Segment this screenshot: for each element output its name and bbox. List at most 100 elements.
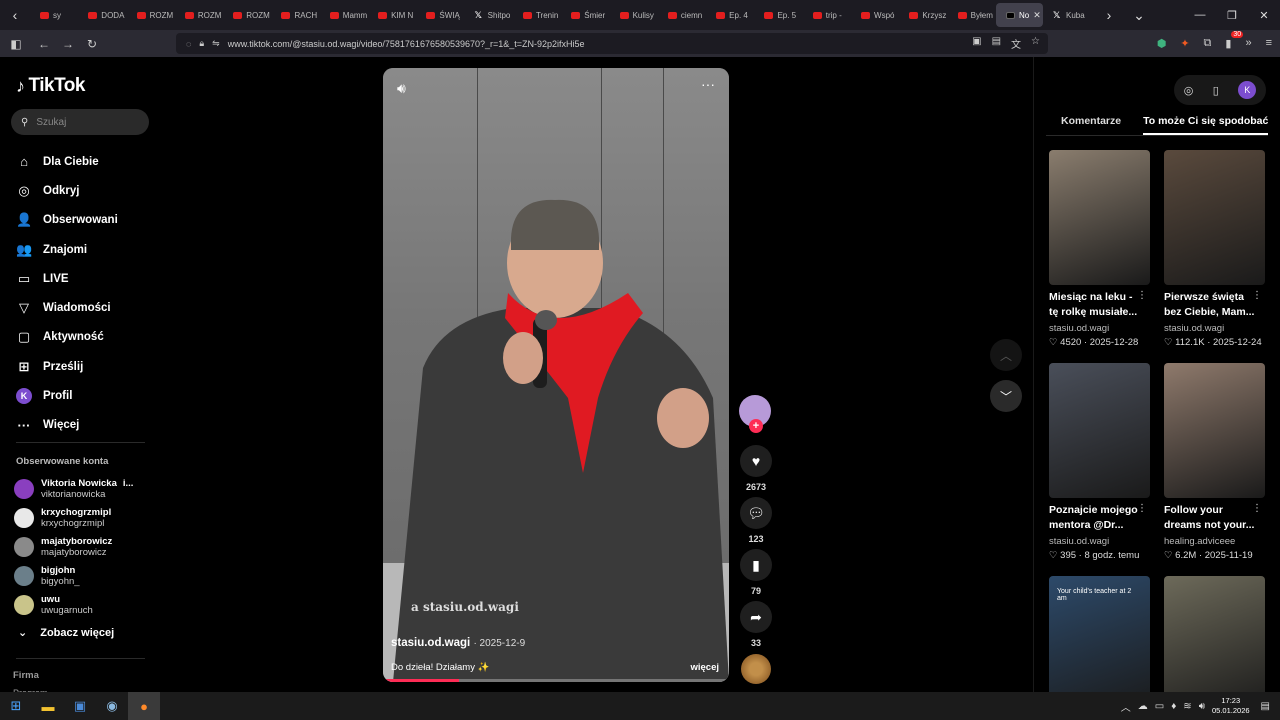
video-thumbnail[interactable] xyxy=(1049,363,1150,498)
tab-comments[interactable]: Komentarze xyxy=(1061,115,1121,135)
lock-icon[interactable]: 🔒︎ xyxy=(199,38,204,49)
reader-icon[interactable]: ▤ xyxy=(992,36,1001,51)
video-thumbnail[interactable] xyxy=(1164,576,1265,711)
nav-item-compass[interactable]: ◎ Odkryj xyxy=(16,176,146,205)
clock[interactable]: 17:23 05.01.2026 xyxy=(1212,696,1250,716)
permissions-icon[interactable]: ⇋ xyxy=(212,38,220,49)
see-more-button[interactable]: ⌄ Zobacz więcej xyxy=(18,626,114,640)
video-thumbnail[interactable] xyxy=(1164,363,1265,498)
nav-item-messages[interactable]: ▽ Wiadomości xyxy=(16,293,146,322)
nav-item-following[interactable]: 👤 Obserwowani xyxy=(16,206,146,235)
volume-tray-icon[interactable]: 🔊︎ xyxy=(1199,701,1205,712)
followed-account[interactable]: uwu uwugarnuch xyxy=(14,590,154,619)
card-author[interactable]: stasiu.od.wagi xyxy=(1049,536,1151,547)
nav-item-activity[interactable]: ▢ Aktywność xyxy=(16,323,146,352)
browser-tab[interactable]: 𝕏 Shitpo xyxy=(465,0,513,30)
video-thumbnail[interactable] xyxy=(1164,150,1265,285)
mic-icon[interactable]: ♦ xyxy=(1171,701,1176,712)
next-video-button[interactable]: ﹀ xyxy=(990,380,1022,412)
firefox-icon[interactable]: ● xyxy=(128,692,160,720)
comment-button[interactable]: 💬︎ 123 xyxy=(740,497,772,544)
recommended-video-card[interactable]: Poznajcie mojego mentora @Dr... ⋮ stasiu.o… xyxy=(1049,363,1151,561)
video-player[interactable]: 🔊︎ ··· a stasiu.od.wagi stasiu.od.wagi ·… xyxy=(383,68,729,682)
active-tab[interactable]: No ✕ xyxy=(996,3,1043,27)
url-field[interactable]: ◌ 🔒︎ ⇋ www.tiktok.com/@stasiu.od.wagi/vi… xyxy=(176,33,1048,54)
volume-icon[interactable]: 🔊︎ xyxy=(397,80,406,97)
recommended-video-card[interactable]: Your child's teacher at 2 am xyxy=(1049,576,1151,711)
card-title[interactable]: Pierwsze święta bez Ciebie, Mam... xyxy=(1164,290,1258,320)
network-icon[interactable]: ☁ xyxy=(1138,701,1148,712)
phone-icon[interactable]: ▯ xyxy=(1213,84,1219,97)
tab-scroll-right-icon[interactable]: › xyxy=(1094,0,1124,30)
video-progress-bar[interactable] xyxy=(383,679,729,682)
followed-account[interactable]: krxychogrzmipl krxychogrzmipl xyxy=(14,503,154,532)
tiktok-logo[interactable]: ♪ TikTok xyxy=(16,75,85,97)
card-title[interactable]: Miesiąc na leku - tę rolkę musiałe... xyxy=(1049,290,1143,320)
recommended-video-card[interactable]: Pierwsze święta bez Ciebie, Mam... ⋮ stasi… xyxy=(1164,150,1266,348)
music-disc-icon[interactable] xyxy=(741,654,771,684)
nav-item-friends[interactable]: 👥 Znajomi xyxy=(16,235,146,264)
wifi-icon[interactable]: ≋ xyxy=(1183,701,1191,712)
browser-tab[interactable]: DODA xyxy=(78,0,126,30)
translate-icon[interactable]: 文 xyxy=(1011,36,1021,51)
bookmark-star-icon[interactable]: ☆ xyxy=(1031,36,1040,51)
browser-tab[interactable]: ROZM xyxy=(223,0,271,30)
card-author[interactable]: stasiu.od.wagi xyxy=(1164,323,1266,334)
close-window-icon[interactable]: ✕ xyxy=(1248,9,1280,22)
card-more-icon[interactable]: ⋮ xyxy=(1252,503,1262,514)
tab-close-icon[interactable]: ✕ xyxy=(1033,10,1041,21)
browser-tab[interactable]: Mamm xyxy=(320,0,368,30)
recommended-video-card[interactable]: Miesiąc na leku - tę rolkę musiałe... ⋮ st… xyxy=(1049,150,1151,348)
card-author[interactable]: stasiu.od.wagi xyxy=(1049,323,1151,334)
tab-last[interactable]: 𝕏 Kuba xyxy=(1043,0,1094,30)
browser-tab[interactable]: ROZM xyxy=(127,0,175,30)
card-more-icon[interactable]: ⋮ xyxy=(1252,290,1262,301)
previous-video-button[interactable]: ︿ xyxy=(990,339,1022,371)
browser-tab[interactable]: Trenin xyxy=(513,0,561,30)
browser-tab[interactable]: trip - xyxy=(803,0,851,30)
tab-recommended[interactable]: To może Ci się spodobać xyxy=(1143,115,1269,135)
windows-start-icon[interactable]: ⊞ xyxy=(0,692,32,720)
search-input[interactable]: ⚲ Szukaj xyxy=(11,109,149,135)
browser-tab[interactable]: ROZM xyxy=(175,0,223,30)
forward-icon[interactable]: → xyxy=(56,37,80,51)
url-text[interactable]: www.tiktok.com/@stasiu.od.wagi/video/758… xyxy=(228,39,585,49)
nav-item-more[interactable]: ··· Więcej xyxy=(16,411,146,440)
followed-account[interactable]: majatyborowicz majatyborowicz xyxy=(14,532,154,561)
footer-company-link[interactable]: Firma xyxy=(13,670,39,681)
browser-tab[interactable]: Ep. 5 xyxy=(754,0,802,30)
browser-tab[interactable]: Byłem xyxy=(948,0,996,30)
battery-icon[interactable]: ▭ xyxy=(1155,701,1164,712)
browser-tab[interactable]: ŚWIĄ xyxy=(416,0,464,30)
video-more-link[interactable]: więcej xyxy=(690,662,719,673)
nav-item-home[interactable]: ⌂ Dla Ciebie xyxy=(16,147,146,176)
browser-tab[interactable]: Krzysz xyxy=(899,0,947,30)
browser-tab[interactable]: RACH xyxy=(271,0,319,30)
video-author[interactable]: stasiu.od.wagi · 2025-12-9 xyxy=(391,637,525,649)
menu-icon[interactable]: ≡ xyxy=(1266,37,1272,50)
card-more-icon[interactable]: ⋮ xyxy=(1137,503,1147,514)
video-more-icon[interactable]: ··· xyxy=(701,76,715,92)
browser-tab[interactable]: Kulisy xyxy=(610,0,658,30)
card-title[interactable]: Follow your dreams not your... xyxy=(1164,503,1258,533)
tab-scroll-left-icon[interactable]: ‹ xyxy=(0,0,30,30)
card-title[interactable]: Poznajcie mojego mentora @Dr... xyxy=(1049,503,1143,533)
reload-icon[interactable]: ↻ xyxy=(80,37,104,51)
browser-tab[interactable]: Wspó xyxy=(851,0,899,30)
fox-extension-icon[interactable]: ✦ xyxy=(1180,37,1189,50)
browser-tab[interactable]: Śmier xyxy=(561,0,609,30)
steam-icon[interactable]: ◉ xyxy=(96,692,128,720)
pip-icon[interactable]: ▣ xyxy=(972,36,981,51)
card-more-icon[interactable]: ⋮ xyxy=(1137,290,1147,301)
shield-extension-icon[interactable]: ▮ 30 xyxy=(1225,31,1244,50)
followed-account[interactable]: bigjohn bigyohn_ xyxy=(14,561,154,590)
browser-tab[interactable]: Ep. 4 xyxy=(706,0,754,30)
sidebar-toggle-icon[interactable]: ◧ xyxy=(4,37,28,51)
recommended-video-card[interactable] xyxy=(1164,576,1266,711)
recommended-video-card[interactable]: Follow your dreams not your... ⋮ healing.a… xyxy=(1164,363,1266,561)
nav-item-live[interactable]: ▭ LIVE xyxy=(16,264,146,293)
browser-tab[interactable]: sy xyxy=(30,0,78,30)
browser-tab[interactable]: ciemn xyxy=(658,0,706,30)
nav-item-profile[interactable]: K Profil xyxy=(16,381,146,410)
followed-account[interactable]: Viktoria Nowicka i... viktorianowicka xyxy=(14,474,154,503)
